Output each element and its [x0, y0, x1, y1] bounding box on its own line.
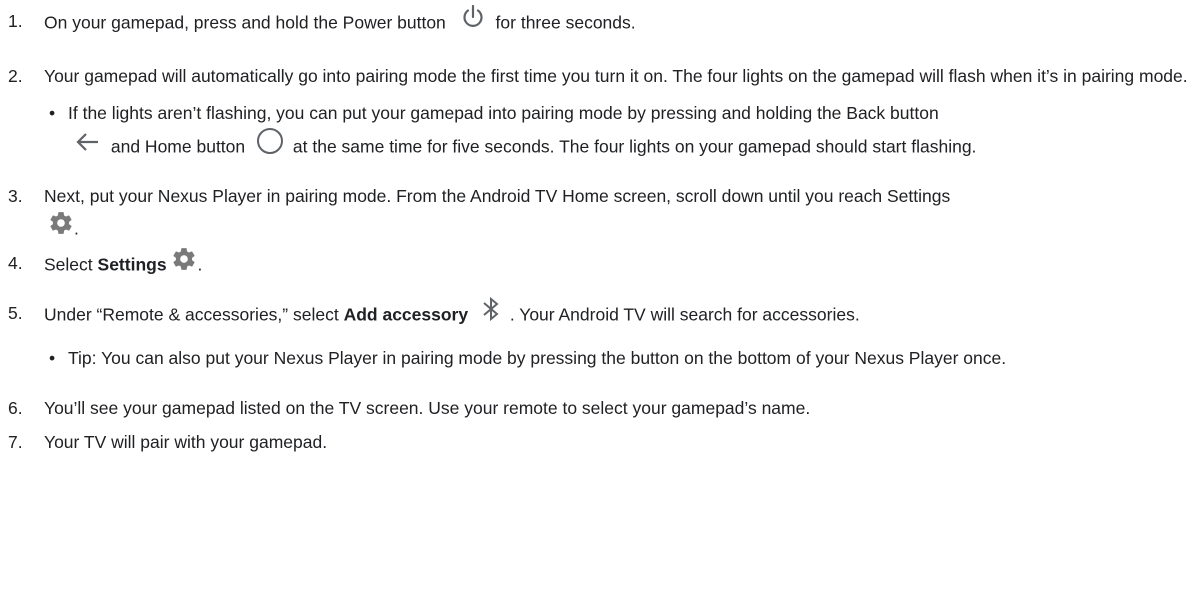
settings-gear-icon — [48, 210, 74, 246]
bullet-text: Tip: You can also put your Nexus Player … — [68, 348, 1007, 368]
step-number: 7. — [8, 432, 23, 452]
bullet-text: at the same time for five seconds. The f… — [292, 136, 977, 157]
bluetooth-icon — [481, 296, 501, 332]
step-7: 7. Your TV will pair with your gamepad. — [0, 427, 1195, 458]
step-bold-text: Settings — [97, 254, 167, 275]
step-text: . — [197, 254, 203, 275]
step-text: Your gamepad will automatically go into … — [44, 66, 1188, 86]
step-text: Your TV will pair with your gamepad. — [44, 432, 328, 452]
step-text: You’ll see your gamepad listed on the TV… — [44, 398, 811, 418]
step-2-sublist: • If the lights aren’t flashing, you can… — [0, 97, 1195, 167]
step-bold-text: Add accessory — [343, 304, 469, 325]
bullet-dot: • — [49, 348, 56, 368]
step-number: 4. — [8, 253, 23, 273]
step-number: 1. — [8, 11, 23, 31]
back-arrow-icon — [76, 130, 100, 162]
step-5-sublist: • Tip: You can also put your Nexus Playe… — [0, 342, 1195, 374]
bullet-item: • Tip: You can also put your Nexus Playe… — [0, 342, 1195, 374]
bullet-dot: • — [49, 103, 56, 123]
step-number: 6. — [8, 398, 23, 418]
step-number: 5. — [8, 303, 23, 323]
step-6: 6. You’ll see your gamepad listed on the… — [0, 393, 1195, 424]
power-icon — [461, 4, 485, 40]
bullet-text: and Home button — [110, 136, 246, 157]
bullet-text: If the lights aren’t flashing, you can p… — [68, 103, 939, 123]
instructions-page: 1. On your gamepad, press and hold the P… — [0, 4, 1195, 595]
step-5: 5. Under “Remote & accessories,” select … — [0, 296, 1195, 374]
step-2: 2. Your gamepad will automatically go in… — [0, 61, 1195, 167]
step-text: Under “Remote & accessories,” select — [44, 304, 339, 325]
home-circle-icon — [256, 127, 284, 165]
step-text: for three seconds. — [495, 12, 636, 33]
settings-gear-icon — [171, 246, 197, 282]
step-3: 3. Next, put your Nexus Player in pairin… — [0, 181, 1195, 248]
step-text: Select — [44, 254, 93, 275]
step-text: On your gamepad, press and hold the Powe… — [44, 12, 446, 33]
step-number: 3. — [8, 186, 23, 206]
step-text: . Your Android TV will search for access… — [509, 304, 860, 325]
pairing-steps-list: 1. On your gamepad, press and hold the P… — [0, 4, 1195, 458]
step-text: Next, put your Nexus Player in pairing m… — [44, 186, 951, 206]
step-1: 1. On your gamepad, press and hold the P… — [0, 4, 1195, 42]
step-text: . — [74, 218, 79, 239]
step-4: 4. Select Settings . — [0, 248, 1195, 284]
bullet-item: • If the lights aren’t flashing, you can… — [0, 97, 1195, 167]
step-number: 2. — [8, 66, 23, 86]
